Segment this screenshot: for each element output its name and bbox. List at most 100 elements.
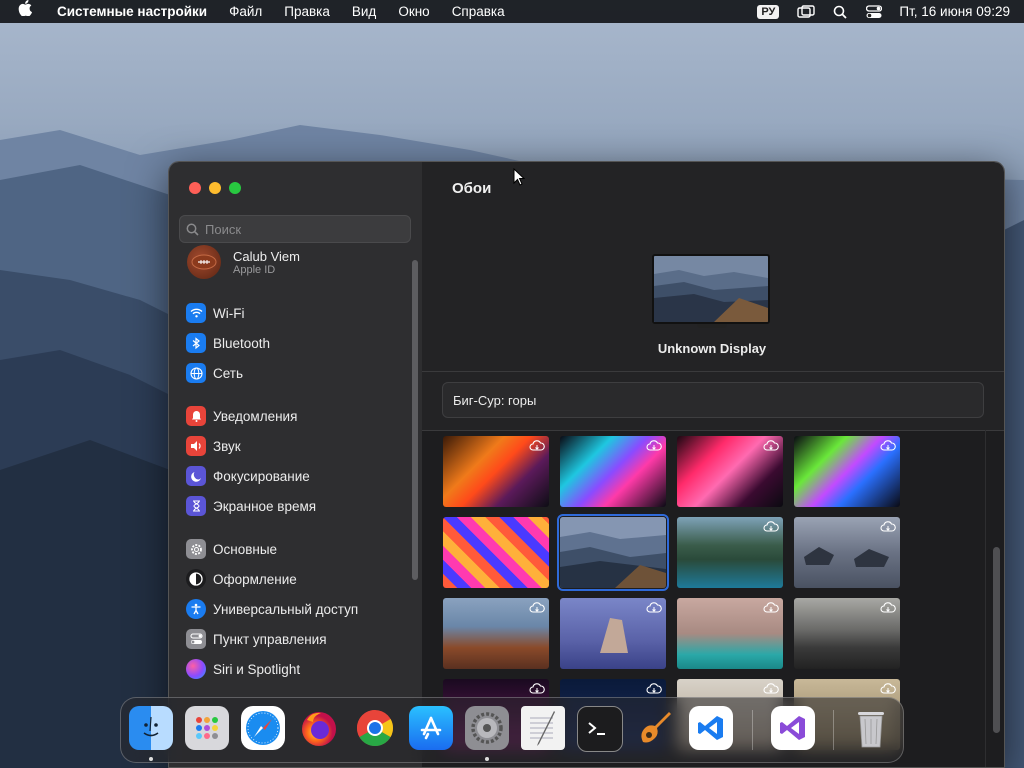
cloud-download-icon[interactable]	[880, 521, 896, 533]
firefox-icon[interactable]	[297, 706, 341, 750]
wallpaper-grid-scrollbar[interactable]	[993, 547, 1000, 733]
wallpaper-thumbnail[interactable]	[794, 598, 900, 669]
menu-file[interactable]: Файл	[218, 0, 273, 23]
trash-icon[interactable]	[849, 706, 893, 750]
cloud-download-icon[interactable]	[529, 683, 545, 695]
moon-icon	[186, 466, 206, 486]
zoom-button[interactable]	[229, 182, 241, 194]
sidebar: Поиск Calub Viem Apple ID Wi-Fi Bluetoot…	[169, 162, 423, 767]
sidebar-item-appearance[interactable]: Оформление	[169, 564, 409, 594]
cloud-download-icon[interactable]	[529, 602, 545, 614]
cloud-download-icon[interactable]	[880, 440, 896, 452]
wallpaper-thumbnail[interactable]	[677, 436, 783, 507]
account-name: Calub Viem	[233, 248, 300, 264]
cloud-download-icon[interactable]	[763, 683, 779, 695]
wallpaper-thumbnail-selected[interactable]	[557, 514, 669, 591]
sidebar-item-wifi[interactable]: Wi-Fi	[169, 298, 409, 328]
terminal-icon[interactable]	[577, 706, 623, 752]
wallpaper-thumbnail[interactable]	[794, 517, 900, 588]
safari-icon[interactable]	[241, 706, 285, 750]
wifi-icon	[186, 303, 206, 323]
dock	[120, 697, 904, 763]
display-name: Unknown Display	[657, 341, 767, 356]
launchpad-icon[interactable]	[185, 706, 229, 750]
wallpaper-thumbnail[interactable]	[677, 517, 783, 588]
apple-id-account[interactable]: Calub Viem Apple ID	[169, 242, 409, 282]
cloud-download-icon[interactable]	[880, 683, 896, 695]
sidebar-item-label: Экранное время	[213, 498, 317, 514]
cloud-download-icon[interactable]	[763, 521, 779, 533]
garageband-icon[interactable]	[633, 706, 677, 750]
avatar	[187, 245, 221, 279]
page-title: Обои	[452, 180, 492, 197]
sidebar-item-label: Универсальный доступ	[213, 601, 359, 617]
control-center-icon[interactable]	[865, 4, 883, 19]
search-input[interactable]: Поиск	[179, 215, 411, 243]
running-indicator	[149, 757, 153, 761]
system-settings-icon[interactable]	[465, 706, 509, 750]
wallpaper-thumbnail[interactable]	[794, 436, 900, 507]
window-controls	[189, 182, 241, 194]
display-stand	[697, 324, 727, 328]
scroll-track	[985, 430, 986, 767]
sidebar-item-notifications[interactable]: Уведомления	[169, 401, 409, 431]
cloud-download-icon[interactable]	[646, 683, 662, 695]
minimize-button[interactable]	[209, 182, 221, 194]
wallpaper-thumbnail[interactable]	[443, 598, 549, 669]
wallpaper-collection-selector[interactable]: Биг-Сур: горы	[442, 382, 984, 418]
sidebar-item-network[interactable]: Сеть	[169, 358, 409, 388]
input-language-badge[interactable]: РУ	[757, 4, 780, 19]
sidebar-item-label: Wi-Fi	[213, 305, 245, 321]
dock-separator	[833, 710, 834, 750]
cloud-download-icon[interactable]	[529, 440, 545, 452]
app-menu[interactable]: Системные настройки	[46, 0, 218, 23]
cloud-download-icon[interactable]	[763, 440, 779, 452]
spotlight-search-icon[interactable]	[831, 5, 849, 19]
menu-window[interactable]: Окно	[387, 0, 440, 23]
display-thumbnail[interactable]	[652, 254, 770, 324]
close-button[interactable]	[189, 182, 201, 194]
wallpaper-thumbnail[interactable]	[677, 598, 783, 669]
divider	[422, 430, 1004, 431]
menu-bar: Системные настройки Файл Правка Вид Окно…	[0, 0, 1024, 23]
wallpaper-thumbnail[interactable]	[560, 598, 666, 669]
control-center-icon	[186, 629, 206, 649]
wallpaper-pane: Обои Unknown Display Биг-Сур: горы	[422, 162, 1004, 767]
menu-view[interactable]: Вид	[341, 0, 387, 23]
cloud-download-icon[interactable]	[646, 602, 662, 614]
wallpaper-thumbnail[interactable]	[443, 517, 549, 588]
sidebar-item-label: Основные	[213, 541, 278, 557]
sidebar-item-label: Сеть	[213, 365, 244, 381]
app-store-icon[interactable]	[409, 706, 453, 750]
running-indicator	[485, 757, 489, 761]
sidebar-item-control-center[interactable]: Пункт управления	[169, 624, 409, 654]
sidebar-item-sound[interactable]: Звук	[169, 431, 409, 461]
apple-menu-icon[interactable]	[0, 0, 46, 23]
vscode-icon[interactable]	[689, 706, 733, 750]
menu-edit[interactable]: Правка	[273, 0, 341, 23]
dock-separator	[752, 710, 753, 750]
sidebar-item-general[interactable]: Основные	[169, 534, 409, 564]
menubar-clock[interactable]: Пт, 16 июня 09:29	[899, 4, 1010, 19]
accessibility-icon	[186, 599, 206, 619]
chrome-icon[interactable]	[353, 706, 397, 750]
sidebar-item-screen-time[interactable]: Экранное время	[169, 491, 409, 521]
sidebar-scrollbar[interactable]	[412, 260, 418, 580]
menu-help[interactable]: Справка	[441, 0, 516, 23]
textedit-icon[interactable]	[521, 706, 565, 750]
sidebar-item-bluetooth[interactable]: Bluetooth	[169, 328, 409, 358]
cloud-download-icon[interactable]	[763, 602, 779, 614]
display-preview: Unknown Display	[652, 254, 772, 356]
sidebar-item-accessibility[interactable]: Универсальный доступ	[169, 594, 409, 624]
screen-mirroring-icon[interactable]	[797, 4, 816, 19]
wallpaper-thumbnail[interactable]	[443, 436, 549, 507]
cloud-download-icon[interactable]	[646, 440, 662, 452]
sidebar-item-siri-spotlight[interactable]: Siri и Spotlight	[169, 654, 409, 684]
bell-icon	[186, 406, 206, 426]
cloud-download-icon[interactable]	[880, 602, 896, 614]
finder-icon[interactable]	[129, 706, 173, 750]
appearance-icon	[186, 569, 206, 589]
wallpaper-thumbnail[interactable]	[560, 436, 666, 507]
sidebar-item-focus[interactable]: Фокусирование	[169, 461, 409, 491]
visual-studio-icon[interactable]	[771, 706, 815, 750]
